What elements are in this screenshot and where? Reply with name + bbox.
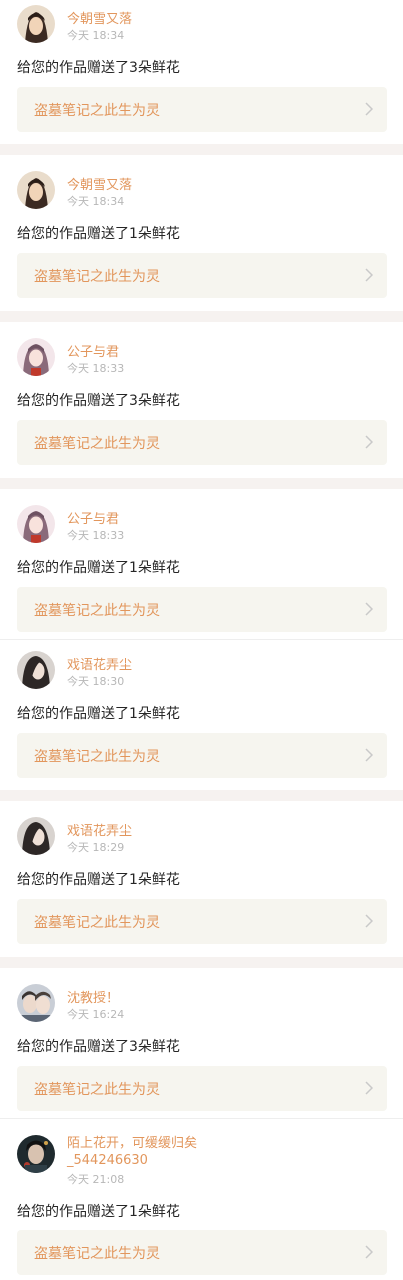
user-name[interactable]: 陌上花开，可缓缓归矣_544246630 (67, 1135, 267, 1169)
chevron-right-icon (365, 748, 373, 762)
avatar[interactable] (17, 817, 55, 855)
work-link[interactable]: 盗墓笔记之此生为灵 (17, 1066, 387, 1111)
gift-message: 给您的作品赠送了1朵鲜花 (17, 1204, 180, 1220)
gift-message: 给您的作品赠送了1朵鲜花 (17, 226, 180, 242)
notification-item: 今朝雪又落 今天 18:34 给您的作品赠送了1朵鲜花 盗墓笔记之此生为灵 (0, 166, 403, 322)
avatar[interactable] (17, 171, 55, 209)
work-title: 盗墓笔记之此生为灵 (34, 436, 160, 452)
work-title: 盗墓笔记之此生为灵 (34, 1082, 160, 1098)
work-title: 盗墓笔记之此生为灵 (34, 749, 160, 765)
work-link[interactable]: 盗墓笔记之此生为灵 (17, 420, 387, 465)
chevron-right-icon (365, 1245, 373, 1259)
notification-item: 沈教授！ 今天 16:24 给您的作品赠送了3朵鲜花 盗墓笔记之此生为灵 (0, 979, 403, 1119)
avatar[interactable] (17, 505, 55, 543)
gift-message: 给您的作品赠送了3朵鲜花 (17, 1039, 180, 1055)
user-name[interactable]: 公子与君 (67, 341, 119, 360)
avatar[interactable] (17, 5, 55, 43)
gift-message: 给您的作品赠送了1朵鲜花 (17, 706, 180, 722)
user-name[interactable]: 戏语花弄尘 (67, 820, 132, 839)
user-name[interactable]: 今朝雪又落 (67, 8, 132, 27)
work-title: 盗墓笔记之此生为灵 (34, 1246, 160, 1262)
avatar[interactable] (17, 1135, 55, 1173)
timestamp: 今天 18:34 (67, 29, 125, 42)
work-link[interactable]: 盗墓笔记之此生为灵 (17, 899, 387, 944)
user-name[interactable]: 沈教授！ (67, 987, 119, 1006)
work-link[interactable]: 盗墓笔记之此生为灵 (17, 1230, 387, 1275)
chevron-right-icon (365, 914, 373, 928)
work-title: 盗墓笔记之此生为灵 (34, 103, 160, 119)
gift-message: 给您的作品赠送了1朵鲜花 (17, 872, 180, 888)
user-name[interactable]: 今朝雪又落 (67, 174, 132, 193)
work-link[interactable]: 盗墓笔记之此生为灵 (17, 87, 387, 132)
work-title: 盗墓笔记之此生为灵 (34, 915, 160, 931)
notification-item: 公子与君 今天 18:33 给您的作品赠送了3朵鲜花 盗墓笔记之此生为灵 (0, 333, 403, 489)
work-link[interactable]: 盗墓笔记之此生为灵 (17, 733, 387, 778)
work-title: 盗墓笔记之此生为灵 (34, 269, 160, 285)
notification-item: 戏语花弄尘 今天 18:29 给您的作品赠送了1朵鲜花 盗墓笔记之此生为灵 (0, 812, 403, 968)
timestamp: 今天 18:34 (67, 195, 125, 208)
timestamp: 今天 18:30 (67, 675, 125, 688)
notification-item: 今朝雪又落 今天 18:34 给您的作品赠送了3朵鲜花 盗墓笔记之此生为灵 (0, 0, 403, 155)
gift-message: 给您的作品赠送了3朵鲜花 (17, 393, 180, 409)
notification-item: 公子与君 今天 18:33 给您的作品赠送了1朵鲜花 盗墓笔记之此生为灵 (0, 500, 403, 640)
chevron-right-icon (365, 435, 373, 449)
work-link[interactable]: 盗墓笔记之此生为灵 (17, 587, 387, 632)
timestamp: 今天 16:24 (67, 1008, 125, 1021)
user-name[interactable]: 公子与君 (67, 508, 119, 527)
chevron-right-icon (365, 268, 373, 282)
chevron-right-icon (365, 1081, 373, 1095)
notification-item: 陌上花开，可缓缓归矣_544246630 今天 21:08 给您的作品赠送了1朵… (0, 1130, 403, 1280)
avatar[interactable] (17, 338, 55, 376)
notification-item: 戏语花弄尘 今天 18:30 给您的作品赠送了1朵鲜花 盗墓笔记之此生为灵 (0, 646, 403, 801)
timestamp: 今天 18:29 (67, 841, 125, 854)
gift-message: 给您的作品赠送了3朵鲜花 (17, 60, 180, 76)
work-title: 盗墓笔记之此生为灵 (34, 603, 160, 619)
timestamp: 今天 18:33 (67, 529, 125, 542)
gift-message: 给您的作品赠送了1朵鲜花 (17, 560, 180, 576)
chevron-right-icon (365, 602, 373, 616)
timestamp: 今天 21:08 (67, 1173, 125, 1186)
work-link[interactable]: 盗墓笔记之此生为灵 (17, 253, 387, 298)
avatar[interactable] (17, 651, 55, 689)
chevron-right-icon (365, 102, 373, 116)
timestamp: 今天 18:33 (67, 362, 125, 375)
user-name[interactable]: 戏语花弄尘 (67, 654, 132, 673)
avatar[interactable] (17, 984, 55, 1022)
